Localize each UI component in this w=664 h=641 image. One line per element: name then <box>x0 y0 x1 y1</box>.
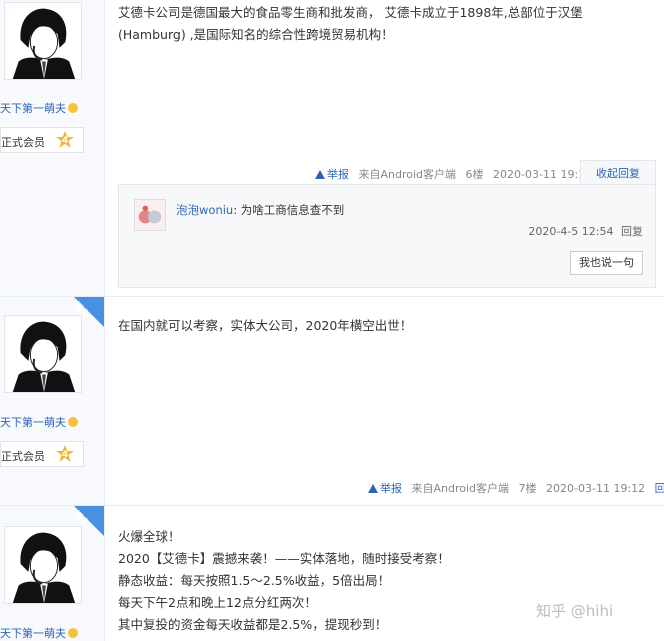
author-panel: 楼主 天下第一萌夫 正式会员 4 <box>0 297 105 505</box>
level-number: 4 <box>61 136 69 146</box>
post-content: 艾德卡公司是德国最大的食品零生商和批发商， 艾德卡成立于1898年,总部位于汉堡… <box>118 2 648 46</box>
emoji-icon <box>68 103 78 113</box>
emoji-icon <box>68 628 78 638</box>
reply-avatar[interactable] <box>134 199 166 231</box>
member-label: 正式会员 <box>1 450 45 463</box>
post-meta: 举报 来自Android客户端 7楼 2020-03-11 19:12 回复 <box>368 480 664 496</box>
username-text[interactable]: 天下第一萌夫 <box>0 627 66 640</box>
report-link[interactable]: 举报 <box>315 168 349 181</box>
post-time: 2020-03-11 19:11 <box>493 168 593 181</box>
reply-link[interactable]: 回复 <box>621 225 643 238</box>
reply-content: 泡泡woniu: 为啥工商信息查不到 <box>176 202 344 218</box>
member-level: 正式会员 4 <box>0 441 84 467</box>
reply-time: 2020-4-5 12:54 <box>528 225 614 238</box>
reply-avatar-image <box>135 200 165 230</box>
reply-text: : 为啥工商信息查不到 <box>233 203 345 217</box>
warning-icon <box>315 170 325 179</box>
avatar-image <box>5 316 81 392</box>
warning-icon <box>368 484 378 493</box>
zhihu-watermark: 知乎 @hihi <box>536 602 614 620</box>
floor-number: 7楼 <box>518 482 537 495</box>
level-badge-icon: 4 <box>56 131 74 148</box>
level-number: 4 <box>61 450 69 460</box>
avatar-image <box>5 3 81 79</box>
avatar[interactable] <box>4 315 82 393</box>
content-line: 静态收益：每天按照1.5～2.5%收益，5倍出局！ <box>118 573 391 588</box>
author-panel: 楼主 天下第一萌夫 <box>0 506 105 641</box>
reply-meta: 2020-4-5 12:54 回复 <box>528 223 643 239</box>
report-label[interactable]: 举报 <box>327 168 349 181</box>
username[interactable]: 天下第一萌夫 <box>0 625 78 641</box>
post-meta: 举报 来自Android客户端 6楼 2020-03-11 19:11 <box>315 166 592 182</box>
emoji-icon <box>68 417 78 427</box>
username-text[interactable]: 天下第一萌夫 <box>0 102 66 115</box>
member-level: 正式会员 4 <box>0 127 84 153</box>
avatar[interactable] <box>4 2 82 80</box>
content-line: 在国内就可以考察，实体大公司，2020年横空出世！ <box>118 318 413 333</box>
username[interactable]: 天下第一萌夫 <box>0 100 78 116</box>
reply-username[interactable]: 泡泡woniu <box>176 203 233 217</box>
post-6: 天下第一萌夫 正式会员 4 艾德卡公司是德国最大的食品零生商和批发商， 艾德卡成… <box>0 0 664 296</box>
content-line: 2020【艾德卡】震撼来袭！——实体落地，随时接受考察！ <box>118 551 450 566</box>
content-line: 艾德卡公司是德国最大的食品零生商和批发商， 艾德卡成立于1898年,总部位于汉堡 <box>118 5 583 20</box>
content-line: 火爆全球！ <box>118 529 181 544</box>
reply-box: 泡泡woniu: 为啥工商信息查不到 2020-4-5 12:54 回复 我也说… <box>118 184 656 288</box>
post-7: 楼主 天下第一萌夫 正式会员 4 在国内就可以考察，实体大公司，2020年横空出… <box>0 297 664 505</box>
username[interactable]: 天下第一萌夫 <box>0 414 78 430</box>
member-label: 正式会员 <box>1 136 45 149</box>
fold-reply-button[interactable]: 收起回复 <box>580 160 656 186</box>
report-label[interactable]: 举报 <box>380 482 402 495</box>
avatar-image <box>5 527 81 603</box>
reply-link[interactable]: 回复 <box>655 482 664 495</box>
author-panel: 天下第一萌夫 正式会员 4 <box>0 0 105 296</box>
report-link[interactable]: 举报 <box>368 482 402 495</box>
post-content: 在国内就可以考察，实体大公司，2020年横空出世！ <box>118 315 648 337</box>
source-text: 来自Android客户端 <box>411 482 510 495</box>
floor-number: 6楼 <box>465 168 484 181</box>
level-badge-icon: 4 <box>56 445 74 462</box>
say-something-button[interactable]: 我也说一句 <box>570 251 643 275</box>
avatar[interactable] <box>4 526 82 604</box>
username-text[interactable]: 天下第一萌夫 <box>0 416 66 429</box>
post-time: 2020-03-11 19:12 <box>546 482 646 495</box>
content-line: (Hamburg) ,是国际知名的综合性跨境贸易机构！ <box>118 27 394 42</box>
fold-reply-label[interactable]: 收起回复 <box>596 167 640 180</box>
source-text: 来自Android客户端 <box>358 168 457 181</box>
